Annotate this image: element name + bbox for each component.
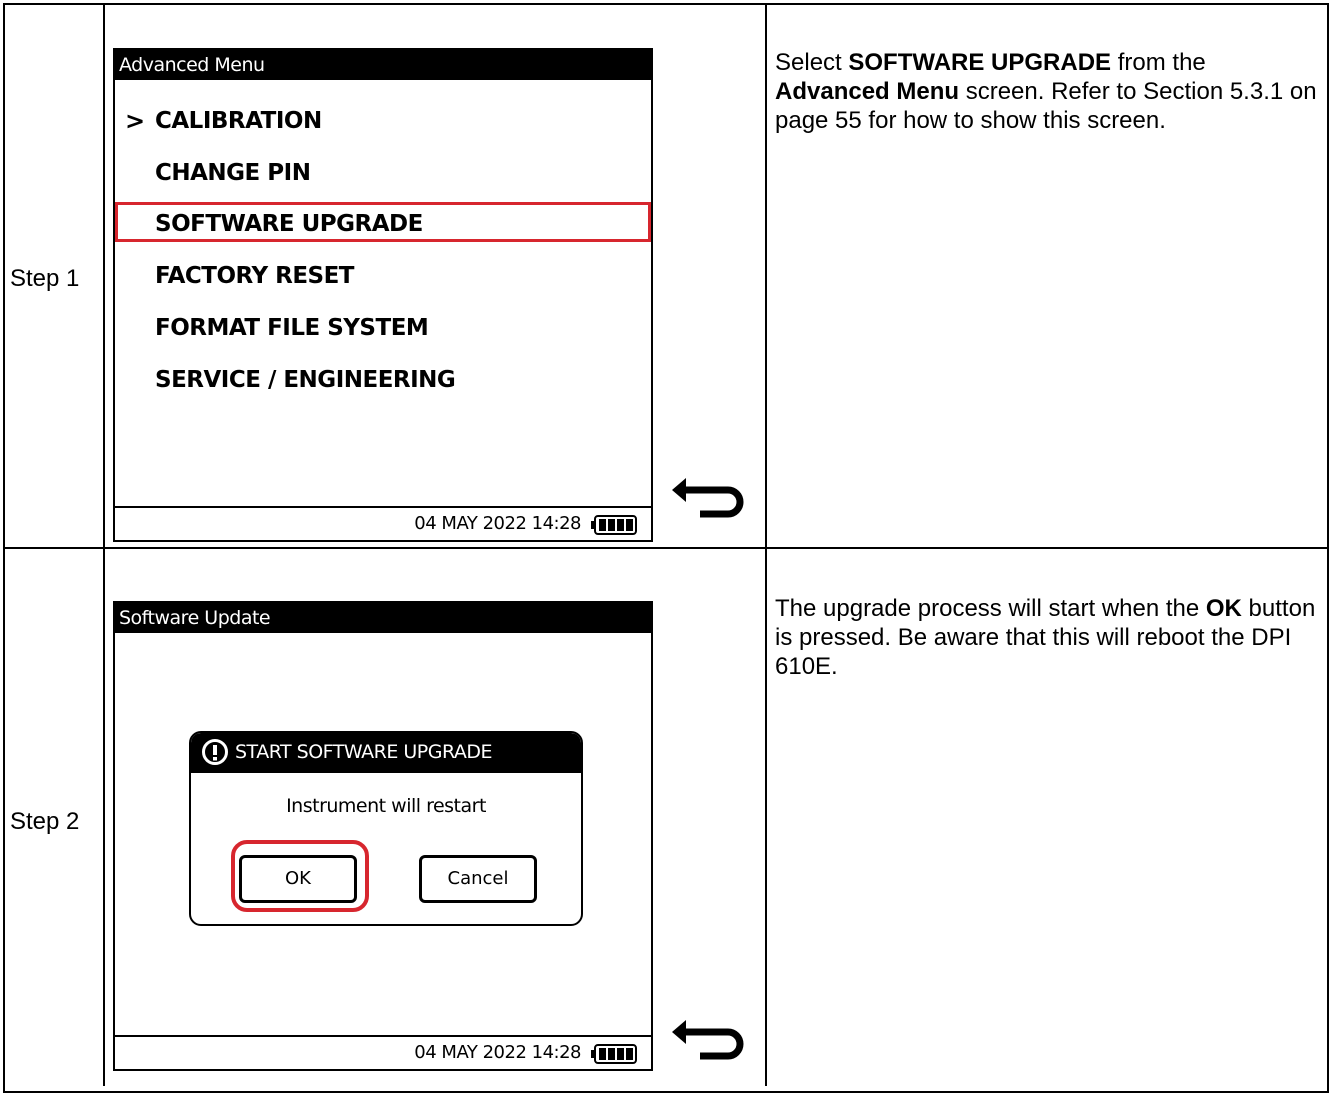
step-1-description: Select SOFTWARE UPGRADE from the Advance…: [775, 48, 1320, 135]
column-divider-right: [765, 3, 767, 1086]
dialog-header: START SOFTWARE UPGRADE: [191, 733, 581, 773]
dialog-title: START SOFTWARE UPGRADE: [235, 741, 493, 763]
software-update-screen: Software Update START SOFTWARE UPGRADE I…: [113, 601, 653, 1071]
menu-item-software-upgrade[interactable]: SOFTWARE UPGRADE: [155, 211, 423, 237]
chevron-right-icon: >: [125, 107, 146, 135]
step-2-description: The upgrade process will start when the …: [775, 594, 1320, 681]
menu-item-calibration[interactable]: CALIBRATION: [155, 108, 322, 134]
column-divider-left: [103, 3, 105, 1086]
desc-bold: SOFTWARE UPGRADE: [848, 49, 1112, 76]
dialog-message: Instrument will restart: [286, 795, 486, 817]
desc-text: from the: [1111, 49, 1206, 76]
back-arrow-icon[interactable]: [670, 478, 748, 522]
battery-icon: [591, 1044, 637, 1064]
exclamation-circle-icon: [202, 739, 228, 765]
desc-text: The upgrade process will start when the: [775, 595, 1206, 622]
datetime: 04 MAY 2022 14:28: [414, 1042, 581, 1063]
menu-item-factory-reset[interactable]: FACTORY RESET: [155, 263, 355, 289]
desc-text: Select: [775, 49, 849, 76]
battery-icon: [591, 515, 637, 535]
cancel-button[interactable]: Cancel: [419, 855, 537, 903]
step-2-label: Step 2: [10, 808, 80, 835]
screen-title: Advanced Menu: [115, 50, 651, 80]
menu-item-change-pin[interactable]: CHANGE PIN: [155, 160, 311, 186]
ok-button[interactable]: OK: [239, 855, 357, 903]
step-1-label: Step 1: [10, 265, 80, 292]
row-divider: [3, 547, 1329, 549]
back-arrow-icon[interactable]: [670, 1020, 748, 1064]
datetime: 04 MAY 2022 14:28: [414, 513, 581, 534]
desc-bold: OK: [1205, 595, 1242, 622]
advanced-menu-screen: Advanced Menu > CALIBRATION CHANGE PIN S…: [113, 48, 653, 542]
menu-item-service-engineering[interactable]: SERVICE / ENGINEERING: [155, 367, 456, 393]
screen-title: Software Update: [115, 603, 651, 633]
status-bar: 04 MAY 2022 14:28: [115, 506, 651, 540]
status-bar: 04 MAY 2022 14:28: [115, 1035, 651, 1069]
confirm-dialog: START SOFTWARE UPGRADE Instrument will r…: [189, 731, 583, 926]
menu-item-format-file-system[interactable]: FORMAT FILE SYSTEM: [155, 315, 429, 341]
desc-bold: Advanced Menu: [775, 78, 960, 105]
